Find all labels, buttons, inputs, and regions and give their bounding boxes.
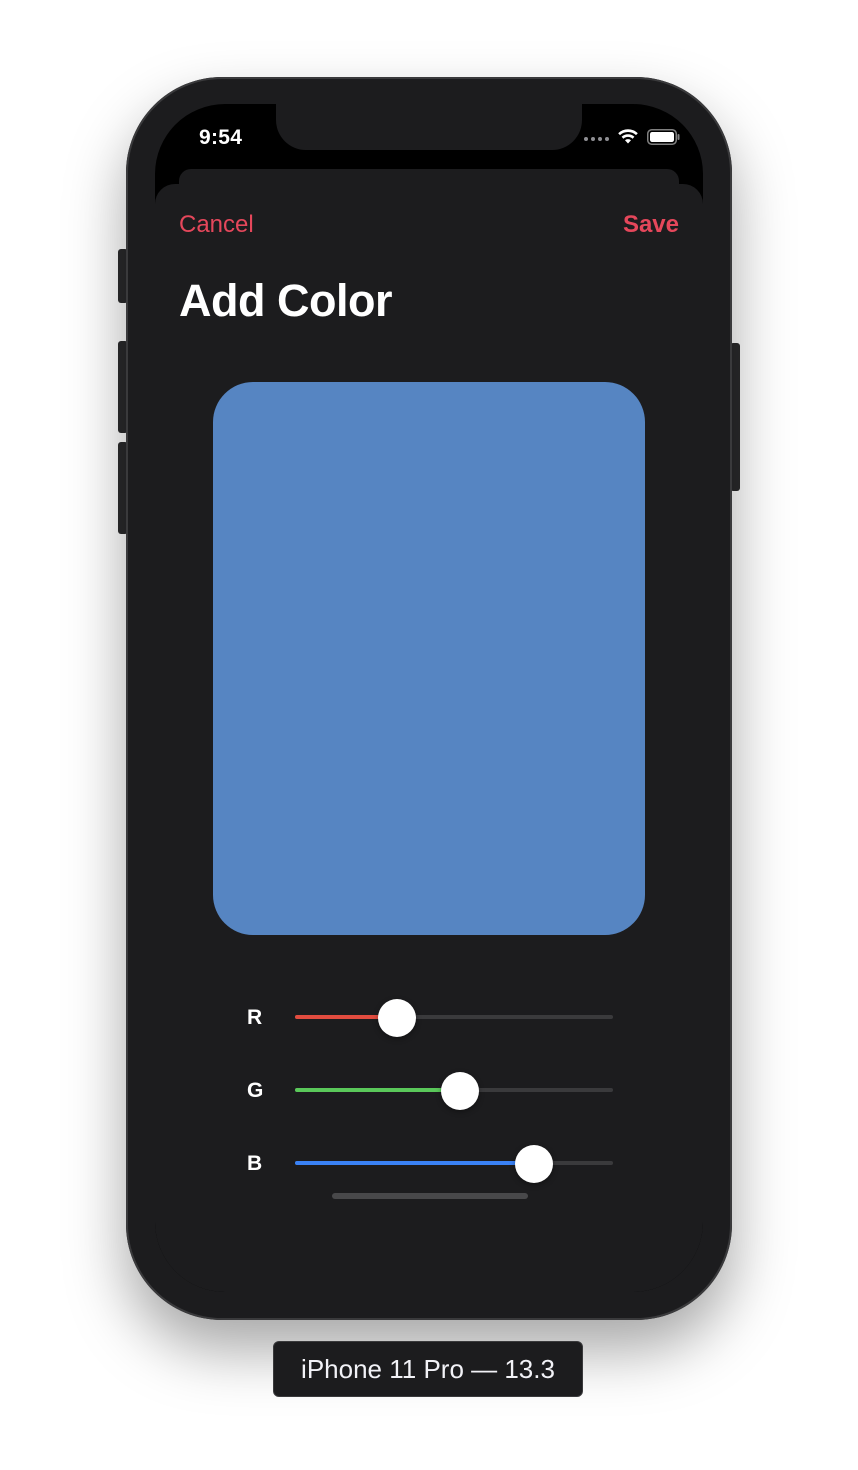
- slider-label-green: G: [247, 1079, 264, 1102]
- cancel-button[interactable]: Cancel: [179, 211, 254, 239]
- battery-icon: [647, 128, 681, 150]
- color-preview-swatch: [213, 382, 645, 935]
- status-time: 9:54: [199, 126, 243, 149]
- green-slider-fill: [295, 1088, 461, 1092]
- slider-label-red: R: [247, 1006, 263, 1029]
- status-icons: [584, 128, 681, 150]
- red-slider[interactable]: [295, 999, 613, 1037]
- page-title: Add Color: [179, 275, 392, 326]
- green-slider[interactable]: [295, 1072, 613, 1110]
- add-color-sheet: Cancel Save Add Color R G B: [155, 184, 703, 1292]
- slider-row-blue: B: [247, 1143, 613, 1183]
- slider-label-blue: B: [247, 1152, 263, 1175]
- slider-row-green: G: [247, 1070, 613, 1110]
- save-button[interactable]: Save: [623, 211, 679, 239]
- blue-slider[interactable]: [295, 1145, 613, 1183]
- blue-slider-fill: [295, 1161, 534, 1165]
- wifi-icon: [617, 128, 639, 150]
- notch: [276, 104, 582, 150]
- simulator-device-label: iPhone 11 Pro — 13.3: [273, 1341, 583, 1397]
- blue-slider-thumb[interactable]: [514, 1145, 553, 1183]
- simulator-stage: 9:54 Cancel Save Add Color R G B iPhone …: [0, 0, 858, 1470]
- green-slider-thumb[interactable]: [441, 1072, 480, 1110]
- red-slider-thumb[interactable]: [377, 999, 416, 1037]
- phone-screen: 9:54 Cancel Save Add Color R G B: [155, 104, 703, 1292]
- cellular-dots-icon: [584, 137, 609, 141]
- home-indicator[interactable]: [332, 1193, 528, 1199]
- slider-row-red: R: [247, 997, 613, 1037]
